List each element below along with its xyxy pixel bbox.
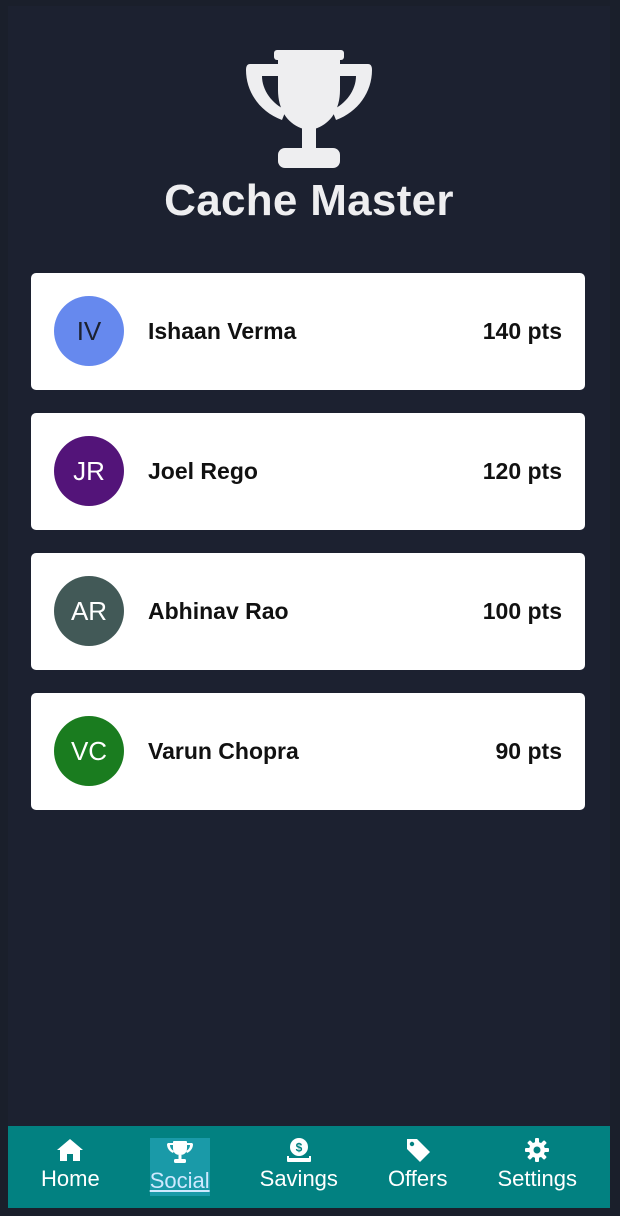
leaderboard-list: IV Ishaan Verma 140 pts JR Joel Rego 120… bbox=[31, 273, 585, 833]
player-name: Joel Rego bbox=[148, 458, 258, 484]
tab-label: Settings bbox=[497, 1166, 577, 1191]
tab-savings[interactable]: $ Savings bbox=[260, 1126, 338, 1196]
leaderboard-row[interactable]: AR Abhinav Rao 100 pts bbox=[31, 553, 585, 670]
tab-label: Offers bbox=[387, 1166, 448, 1191]
bottom-tab-bar: Home Social $ Savings Offers Settings bbox=[8, 1126, 610, 1208]
avatar: JR bbox=[54, 436, 124, 506]
tab-settings[interactable]: Settings bbox=[497, 1126, 577, 1196]
avatar: VC bbox=[54, 716, 124, 786]
player-points: 90 pts bbox=[495, 738, 562, 764]
player-points: 120 pts bbox=[482, 458, 562, 484]
tab-social[interactable]: Social bbox=[149, 1138, 210, 1196]
player-points: 140 pts bbox=[482, 318, 562, 344]
leaderboard-row[interactable]: IV Ishaan Verma 140 pts bbox=[31, 273, 585, 390]
money-bag-icon: $ bbox=[284, 1136, 314, 1164]
avatar: AR bbox=[54, 576, 124, 646]
trophy-icon bbox=[246, 50, 372, 168]
player-name: Varun Chopra bbox=[148, 738, 299, 764]
leaderboard-row[interactable]: JR Joel Rego 120 pts bbox=[31, 413, 585, 530]
player-name: Abhinav Rao bbox=[148, 598, 289, 624]
gear-icon bbox=[522, 1136, 552, 1164]
avatar-initials: VC bbox=[70, 735, 108, 766]
avatar: IV bbox=[54, 296, 124, 366]
tab-home[interactable]: Home bbox=[41, 1126, 100, 1196]
tab-offers[interactable]: Offers bbox=[387, 1126, 448, 1196]
trophy-icon bbox=[165, 1138, 195, 1166]
device-frame: Cache Master IV Ishaan Verma 140 pts JR … bbox=[0, 0, 620, 1216]
page-title: Cache Master bbox=[164, 176, 454, 225]
tab-label: Savings bbox=[259, 1166, 338, 1191]
leaderboard-row[interactable]: VC Varun Chopra 90 pts bbox=[31, 693, 585, 810]
avatar-initials: JR bbox=[73, 455, 105, 486]
tab-label: Social bbox=[149, 1168, 210, 1193]
tab-label: Home bbox=[41, 1166, 100, 1191]
app-screen: Cache Master IV Ishaan Verma 140 pts JR … bbox=[8, 6, 610, 1208]
svg-text:$: $ bbox=[295, 1141, 302, 1155]
player-points: 100 pts bbox=[482, 598, 562, 624]
tag-icon bbox=[403, 1136, 433, 1164]
home-icon bbox=[55, 1136, 85, 1164]
avatar-initials: AR bbox=[70, 595, 108, 626]
avatar-initials: IV bbox=[76, 315, 102, 346]
player-name: Ishaan Verma bbox=[148, 318, 297, 344]
header: Cache Master bbox=[8, 6, 610, 246]
